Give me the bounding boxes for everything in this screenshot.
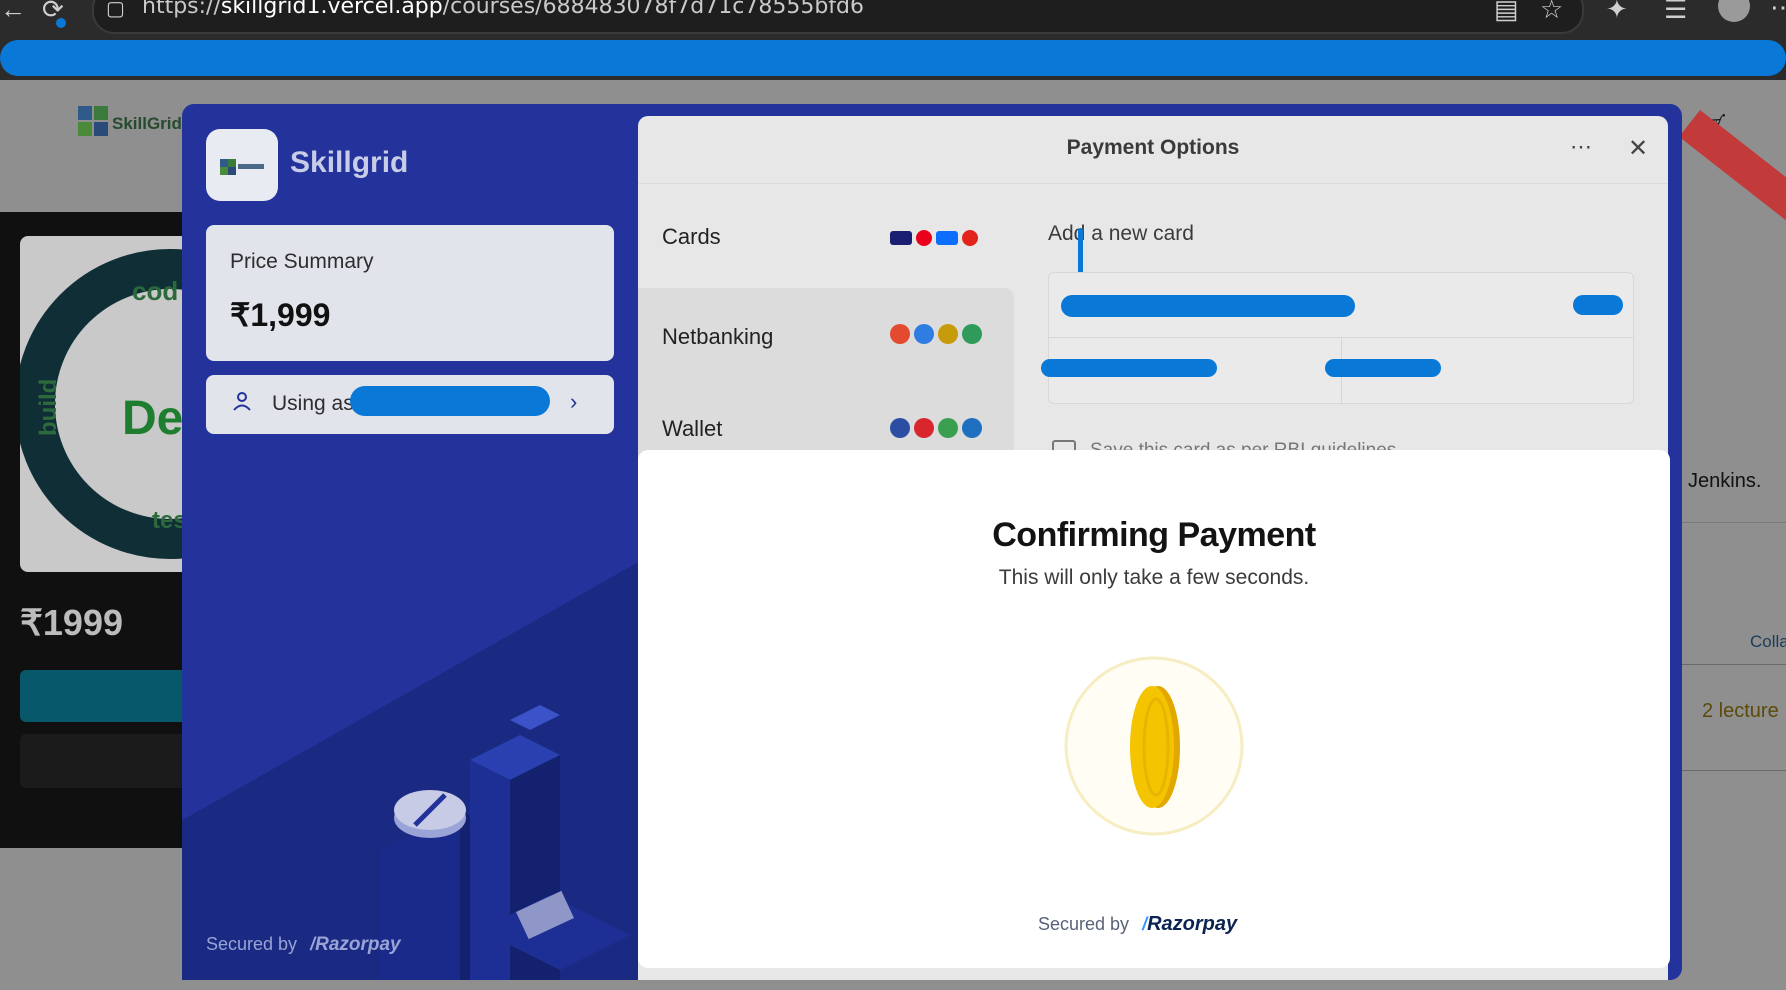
redaction-scribble bbox=[0, 40, 1786, 76]
close-icon[interactable]: ✕ bbox=[1628, 134, 1648, 163]
add-card-title: Add a new card bbox=[1048, 222, 1194, 245]
collapse-all-link[interactable]: Colla bbox=[1750, 632, 1786, 652]
back-icon[interactable]: ← bbox=[0, 0, 26, 22]
redaction-scribble bbox=[350, 386, 550, 416]
secured-by-footer: Secured by /Razorpay bbox=[206, 934, 401, 956]
method-label: Netbanking bbox=[662, 324, 774, 349]
reload-dot-icon bbox=[56, 18, 66, 28]
visa-icon bbox=[890, 231, 912, 245]
wallet-icon bbox=[938, 418, 958, 438]
divider bbox=[1682, 522, 1786, 523]
wallet-icon bbox=[914, 418, 934, 438]
buy-now-button[interactable] bbox=[20, 670, 200, 722]
confirm-subtitle: This will only take a few seconds. bbox=[998, 566, 1310, 589]
price-value: ₹1,999 bbox=[230, 297, 331, 333]
lecture-count: 2 lecture bbox=[1702, 700, 1779, 722]
site-info-icon[interactable]: ▢ bbox=[106, 0, 125, 22]
url-prefix: https:// bbox=[142, 0, 221, 19]
wallet-icon bbox=[890, 418, 910, 438]
card-network-logos bbox=[890, 228, 978, 246]
bank-icon bbox=[890, 324, 910, 344]
logo-grid-icon bbox=[78, 106, 108, 136]
rupay-icon bbox=[936, 231, 958, 245]
secured-by-footer: Secured by /Razorpay bbox=[1038, 913, 1237, 936]
thumb-word-code: cod bbox=[132, 276, 178, 306]
user-icon bbox=[230, 389, 254, 420]
price-summary-label: Price Summary bbox=[230, 250, 374, 273]
mastercard-icon bbox=[916, 230, 932, 246]
razorpay-brand: Razorpay bbox=[315, 934, 401, 955]
chevron-right-icon: › bbox=[570, 389, 578, 414]
spinning-coin-icon bbox=[1064, 656, 1244, 836]
card-number-redaction bbox=[1061, 295, 1355, 317]
method-netbanking[interactable]: Netbanking bbox=[638, 288, 1014, 392]
payment-options-title: Payment Options bbox=[1066, 136, 1240, 159]
redaction-scribble bbox=[1078, 228, 1083, 276]
bank-icon bbox=[938, 324, 958, 344]
bank-icon bbox=[914, 324, 934, 344]
expiry-redaction bbox=[1041, 359, 1217, 377]
course-description-text: Jenkins. bbox=[1688, 470, 1762, 492]
method-label: Cards bbox=[662, 224, 721, 249]
razorpay-brand: Razorpay bbox=[1147, 913, 1238, 935]
wallet-logos bbox=[890, 418, 982, 438]
more-options-icon[interactable]: ⋯ bbox=[1570, 134, 1592, 160]
thumb-word-build: build bbox=[35, 379, 62, 436]
wallet-icon bbox=[962, 418, 982, 438]
thumb-word-devops: De bbox=[122, 392, 183, 445]
method-label: Wallet bbox=[662, 416, 723, 441]
method-cards[interactable]: Cards bbox=[638, 184, 1014, 288]
favorites-icon[interactable]: ☰ bbox=[1664, 0, 1687, 22]
secondary-button[interactable] bbox=[20, 734, 200, 788]
extensions-icon[interactable]: ✦ bbox=[1606, 0, 1628, 22]
card-details-form[interactable] bbox=[1041, 272, 1634, 404]
url-domain: skillgrid1.vercel.app bbox=[220, 0, 443, 19]
divider bbox=[1682, 664, 1786, 665]
merchant-logo bbox=[206, 129, 278, 201]
course-thumbnail: cod build De tes bbox=[20, 236, 200, 572]
secured-by-label: Secured by bbox=[206, 934, 298, 954]
more-menu-icon[interactable]: ⋯ bbox=[1770, 0, 1786, 20]
divider bbox=[1682, 770, 1786, 771]
price-summary-card bbox=[206, 225, 614, 361]
favorite-star-icon[interactable]: ☆ bbox=[1540, 0, 1563, 22]
devops-cycle-image: cod build De tes bbox=[20, 249, 200, 559]
isometric-illustration bbox=[370, 700, 640, 980]
merchant-logo-icon bbox=[220, 159, 264, 175]
card-brand-redaction bbox=[1573, 295, 1623, 315]
cvv-redaction bbox=[1325, 359, 1441, 377]
course-price: ₹1999 bbox=[20, 602, 123, 643]
url-text[interactable]: https://skillgrid1.vercel.app/courses/68… bbox=[142, 0, 864, 19]
bank-logos bbox=[890, 324, 982, 344]
payment-method-list: Cards Netbanking Wallet bbox=[638, 184, 1014, 496]
merchant-name: Skillgrid bbox=[290, 146, 409, 179]
site-logo-text: SkillGrid bbox=[112, 114, 182, 133]
bank-icon bbox=[962, 324, 982, 344]
url-path: /courses/688483078f7d71c78555bfd6 bbox=[442, 0, 865, 19]
reader-view-icon[interactable]: ▤ bbox=[1494, 0, 1519, 22]
secured-by-label: Secured by bbox=[1038, 914, 1130, 934]
maestro-icon bbox=[962, 230, 978, 246]
confirm-title: Confirming Payment bbox=[992, 516, 1316, 554]
